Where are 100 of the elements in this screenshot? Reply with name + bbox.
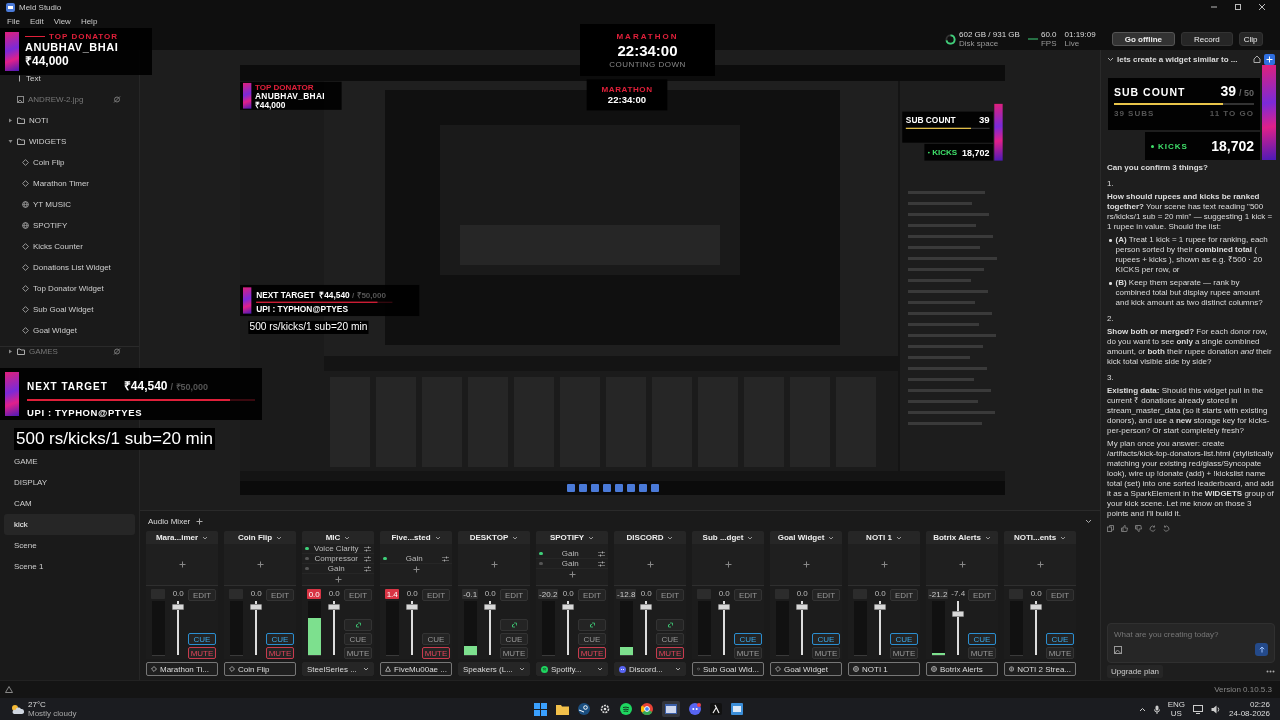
sliders-icon[interactable]	[598, 560, 605, 567]
fader-handle[interactable]	[406, 603, 419, 610]
cloud-sun-icon[interactable]	[10, 703, 24, 715]
edit-button[interactable]: EDIT	[578, 589, 606, 601]
conversation-title[interactable]: lets create a widget similar to ...	[1117, 54, 1250, 64]
chevron-icon[interactable]	[344, 535, 351, 540]
effect-item[interactable]: Voice Clarity	[302, 544, 374, 554]
mute-button[interactable]: MUTE	[1046, 647, 1074, 659]
chevron-icon[interactable]	[1085, 518, 1092, 524]
language-text[interactable]: ENG	[1167, 700, 1186, 709]
cue-button[interactable]: CUE	[344, 633, 372, 645]
source-button[interactable]: SteelSeries ...	[302, 662, 374, 676]
mute-button[interactable]: MUTE	[500, 647, 528, 659]
send-button[interactable]	[1255, 643, 1268, 656]
mute-button[interactable]: MUTE	[188, 647, 216, 659]
add-effect-icon[interactable]	[568, 571, 576, 578]
layer-item[interactable]: Sub Goal Widget	[0, 299, 139, 320]
edit-button[interactable]: EDIT	[188, 589, 216, 601]
add-effect-icon[interactable]	[724, 561, 732, 568]
add-effect-icon[interactable]	[490, 561, 498, 568]
chevron-icon[interactable]	[895, 535, 902, 540]
fader-handle[interactable]	[484, 603, 497, 610]
scene-item[interactable]: CAM	[4, 493, 135, 514]
scene-item[interactable]: kick	[4, 514, 135, 535]
channel-header[interactable]: Sub ...dget	[692, 531, 764, 544]
add-effect-icon[interactable]	[646, 561, 654, 568]
mute-button[interactable]: MUTE	[656, 647, 684, 659]
add-effect-icon[interactable]	[802, 561, 810, 568]
chevron-icon[interactable]	[588, 535, 595, 540]
source-button[interactable]: Spotify...	[536, 662, 608, 676]
layer-item[interactable]: ANDREW-2.jpg	[0, 89, 139, 110]
channel-header[interactable]: DESKTOP	[458, 531, 530, 544]
minimize-icon[interactable]	[1210, 3, 1218, 11]
home-icon[interactable]	[1253, 55, 1261, 63]
sliders-icon[interactable]	[442, 555, 449, 562]
scene-item[interactable]: Scene	[4, 535, 135, 556]
channel-header[interactable]: Mara...imer	[146, 531, 218, 544]
chevron-icon[interactable]	[1060, 535, 1067, 540]
cue-button[interactable]: CUE	[500, 633, 528, 645]
region-text[interactable]: US	[1170, 709, 1182, 718]
layer-item[interactable]: Kicks Counter	[0, 236, 139, 257]
channel-header[interactable]: Botrix Alerts	[926, 531, 998, 544]
fader-handle[interactable]	[874, 603, 887, 610]
channel-header[interactable]: MIC	[302, 531, 374, 544]
browser-icon[interactable]	[641, 703, 653, 715]
add-effect-icon[interactable]	[178, 561, 186, 568]
layer-item[interactable]: Top Donator Widget	[0, 278, 139, 299]
layer-item[interactable]: WIDGETS	[0, 131, 139, 152]
add-effect-icon[interactable]	[958, 561, 966, 568]
add-effect-icon[interactable]	[1036, 561, 1044, 568]
fader-handle[interactable]	[1030, 603, 1043, 610]
source-button[interactable]: Discord...	[614, 662, 686, 676]
cue-button[interactable]: CUE	[968, 633, 996, 645]
prompt-input[interactable]: What are you creating today?	[1114, 630, 1268, 639]
game-launcher-icon[interactable]	[578, 703, 590, 715]
channel-header[interactable]: Coin Flip	[224, 531, 296, 544]
mute-button[interactable]: MUTE	[812, 647, 840, 659]
maximize-icon[interactable]	[1234, 3, 1242, 11]
fader-handle[interactable]	[718, 603, 731, 610]
mute-button[interactable]: MUTE	[578, 647, 606, 659]
edit-button[interactable]: EDIT	[500, 589, 528, 601]
folder-icon[interactable]	[556, 703, 569, 715]
edit-button[interactable]: EDIT	[968, 589, 996, 601]
cue-button[interactable]: CUE	[188, 633, 216, 645]
sliders-icon[interactable]	[598, 550, 605, 557]
channel-header[interactable]: NOTI...ents	[1004, 531, 1076, 544]
thumbs-down-icon[interactable]	[1135, 525, 1142, 532]
channel-header[interactable]: DISCORD	[614, 531, 686, 544]
source-button[interactable]: NOTI 2 Strea...	[1004, 662, 1076, 676]
mute-button[interactable]: MUTE	[890, 647, 918, 659]
mute-button[interactable]: MUTE	[344, 647, 372, 659]
copy-icon[interactable]	[1107, 525, 1114, 532]
source-button[interactable]: Goal Widget	[770, 662, 842, 676]
go-offline-button[interactable]: Go offline	[1111, 32, 1175, 46]
edit-button[interactable]: EDIT	[890, 589, 918, 601]
thumbs-up-icon[interactable]	[1121, 525, 1128, 532]
gear-icon[interactable]	[599, 703, 611, 715]
menu-item[interactable]: File	[7, 16, 20, 26]
sliders-icon[interactable]	[364, 545, 371, 552]
more-icon[interactable]	[1266, 670, 1275, 673]
plus-icon[interactable]	[196, 517, 204, 525]
toolbar-button[interactable]: Record	[1181, 32, 1233, 46]
speaker-icon[interactable]	[1211, 704, 1222, 714]
upgrade-plan-button[interactable]: Upgrade plan	[1107, 665, 1164, 678]
mute-button[interactable]: MUTE	[266, 647, 294, 659]
toolbar-button[interactable]: Clip	[1238, 32, 1263, 46]
lambda-app-icon[interactable]	[710, 703, 722, 715]
effect-item[interactable]: Gain	[302, 564, 374, 574]
fader-handle[interactable]	[328, 603, 341, 610]
windows-start-icon[interactable]	[534, 702, 547, 716]
menu-item[interactable]: Help	[80, 16, 98, 26]
add-effect-icon[interactable]	[880, 561, 888, 568]
chevron-icon[interactable]	[828, 535, 835, 540]
cue-button[interactable]: CUE	[734, 633, 762, 645]
warning-icon[interactable]	[5, 686, 13, 693]
scene-item[interactable]: Scene 1	[4, 556, 135, 577]
caret-icon[interactable]	[8, 139, 13, 144]
menu-item[interactable]: Edit	[29, 16, 44, 26]
source-button[interactable]: Coin Flip	[224, 662, 296, 676]
mute-button[interactable]: MUTE	[968, 647, 996, 659]
